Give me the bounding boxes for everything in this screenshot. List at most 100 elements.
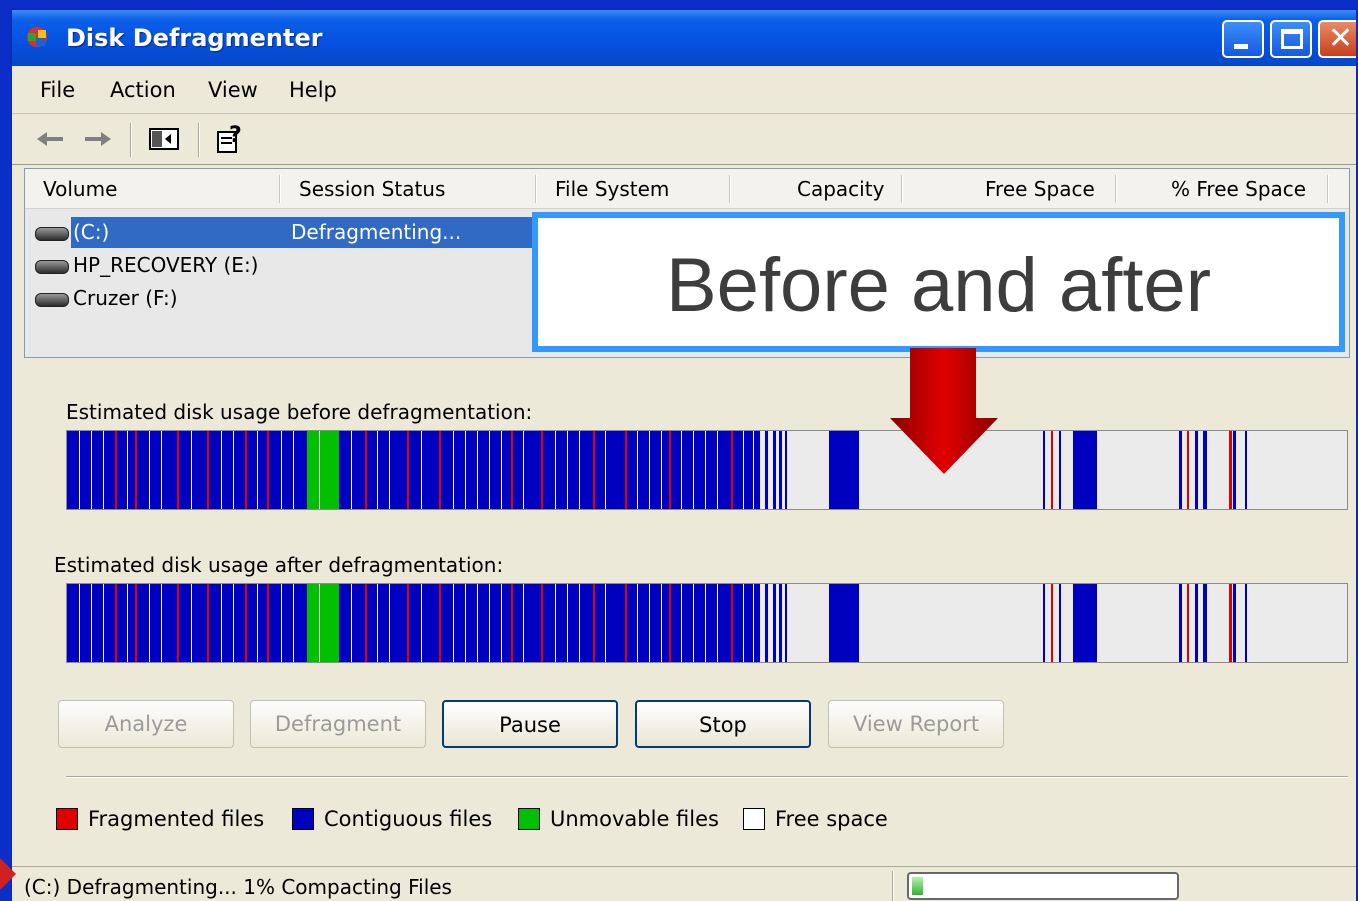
- session-status: Defragmenting...: [291, 220, 462, 244]
- contiguous-files-segment: [513, 584, 541, 662]
- contiguous-files-segment: [269, 584, 307, 662]
- column-separator[interactable]: [535, 175, 537, 203]
- free-space-segment: [257, 584, 258, 662]
- column-separator[interactable]: [901, 175, 903, 203]
- column-session-status[interactable]: Session Status: [299, 177, 445, 201]
- free-space-segment: [523, 431, 524, 509]
- before-defrag-label: Estimated disk usage before defragmentat…: [66, 400, 533, 424]
- menu-file[interactable]: File: [40, 78, 75, 102]
- free-space-segment: [649, 584, 650, 662]
- contiguous-files-segment: [543, 431, 593, 509]
- free-space-segment: [555, 431, 556, 509]
- free-space-segment: [465, 584, 466, 662]
- free-space-segment: [389, 431, 390, 509]
- free-space-swatch: [743, 808, 765, 830]
- menu-action[interactable]: Action: [110, 78, 176, 102]
- free-space-segment: [477, 431, 478, 509]
- free-space-segment: [149, 431, 150, 509]
- free-space-segment: [351, 584, 352, 662]
- stop-button[interactable]: Stop: [635, 700, 811, 748]
- annotation-text: Before and after: [665, 243, 1212, 328]
- column-file-system[interactable]: File System: [555, 177, 669, 201]
- minimize-button[interactable]: [1222, 20, 1264, 58]
- hard-drive-icon: [35, 293, 69, 307]
- menu-help[interactable]: Help: [289, 78, 337, 102]
- free-space-segment: [377, 431, 378, 509]
- free-space-segment: [281, 431, 282, 509]
- contiguous-files-segment: [757, 431, 760, 509]
- volume-name: HP_RECOVERY (E:): [73, 253, 259, 277]
- close-button[interactable]: ✕: [1318, 20, 1356, 58]
- contiguous-files-segment: [1179, 584, 1182, 662]
- free-space-segment: [465, 431, 466, 509]
- free-space-segment: [605, 584, 606, 662]
- status-bar: (C:) Defragmenting... 1% Compacting File…: [12, 866, 1356, 901]
- contiguous-files-segment: [1179, 431, 1182, 509]
- free-space-segment: [191, 431, 192, 509]
- volume-name: (C:): [71, 220, 112, 244]
- column-volume[interactable]: Volume: [43, 177, 117, 201]
- free-space-segment: [103, 431, 104, 509]
- free-space-segment: [127, 431, 128, 509]
- free-space-segment: [351, 431, 352, 509]
- free-space-segment: [605, 431, 606, 509]
- contiguous-files-segment: [1043, 584, 1045, 662]
- column-capacity[interactable]: Capacity: [797, 177, 884, 201]
- contiguous-files-segment: [757, 584, 760, 662]
- legend-free-space: Free space: [743, 807, 888, 831]
- window-title: Disk Defragmenter: [66, 24, 323, 52]
- contiguous-files-segment: [543, 584, 593, 662]
- column-separator[interactable]: [1115, 175, 1117, 203]
- contiguous-files-segment: [1203, 584, 1207, 662]
- hard-drive-icon: [35, 227, 69, 241]
- contiguous-files-segment: [117, 584, 135, 662]
- legend-fragmented: Fragmented files: [56, 807, 264, 831]
- annotation-callout: Before and after: [532, 212, 1345, 352]
- analyze-button[interactable]: Analyze: [58, 700, 234, 748]
- after-defrag-label: Estimated disk usage after defragmentati…: [54, 553, 504, 577]
- pause-button[interactable]: Pause: [442, 700, 618, 748]
- column-free-space[interactable]: Free Space: [985, 177, 1095, 201]
- minimize-icon: [1234, 44, 1248, 49]
- free-space-segment: [661, 431, 662, 509]
- back-arrow-icon[interactable]: [32, 123, 68, 155]
- free-space-segment: [221, 584, 222, 662]
- free-space-segment: [705, 431, 706, 509]
- column-separator[interactable]: [729, 175, 731, 203]
- column-percent-free-space[interactable]: % Free Space: [1171, 177, 1306, 201]
- free-space-segment: [453, 431, 454, 509]
- free-space-segment: [555, 584, 556, 662]
- column-separator[interactable]: [1327, 175, 1329, 203]
- contiguous-files-segment: [595, 584, 625, 662]
- close-icon: ✕: [1328, 21, 1354, 56]
- column-separator[interactable]: [279, 175, 281, 203]
- contiguous-files-segment: [779, 431, 782, 509]
- forward-arrow-icon[interactable]: [80, 123, 116, 155]
- free-space-segment: [293, 431, 294, 509]
- free-space-segment: [149, 584, 150, 662]
- free-space-segment: [421, 584, 422, 662]
- contiguous-files-segment: [137, 431, 177, 509]
- free-space-segment: [743, 431, 744, 509]
- unmovable-swatch: [518, 808, 540, 830]
- help-icon[interactable]: ?: [212, 123, 248, 155]
- contiguous-files-segment: [785, 431, 787, 509]
- free-space-segment: [637, 431, 638, 509]
- title-bar[interactable]: Disk Defragmenter ✕: [12, 10, 1356, 66]
- contiguous-files-segment: [137, 584, 177, 662]
- contiguous-files-segment: [1073, 584, 1097, 662]
- contiguous-files-segment: [367, 431, 407, 509]
- menu-bar: File Action View Help: [12, 66, 1356, 114]
- maximize-button[interactable]: [1270, 20, 1312, 58]
- contiguous-files-segment: [1059, 431, 1061, 509]
- view-report-button[interactable]: View Report: [828, 700, 1004, 748]
- free-space-segment: [489, 584, 490, 662]
- free-space-segment: [91, 431, 92, 509]
- contiguous-files-segment: [829, 584, 859, 662]
- defragment-button[interactable]: Defragment: [250, 700, 426, 748]
- disk-defragmenter-window: Disk Defragmenter ✕ File Action View Hel…: [10, 8, 1358, 901]
- show-hide-console-tree-icon[interactable]: [146, 123, 182, 155]
- free-space-segment: [489, 431, 490, 509]
- free-space-segment: [233, 584, 234, 662]
- menu-view[interactable]: View: [208, 78, 258, 102]
